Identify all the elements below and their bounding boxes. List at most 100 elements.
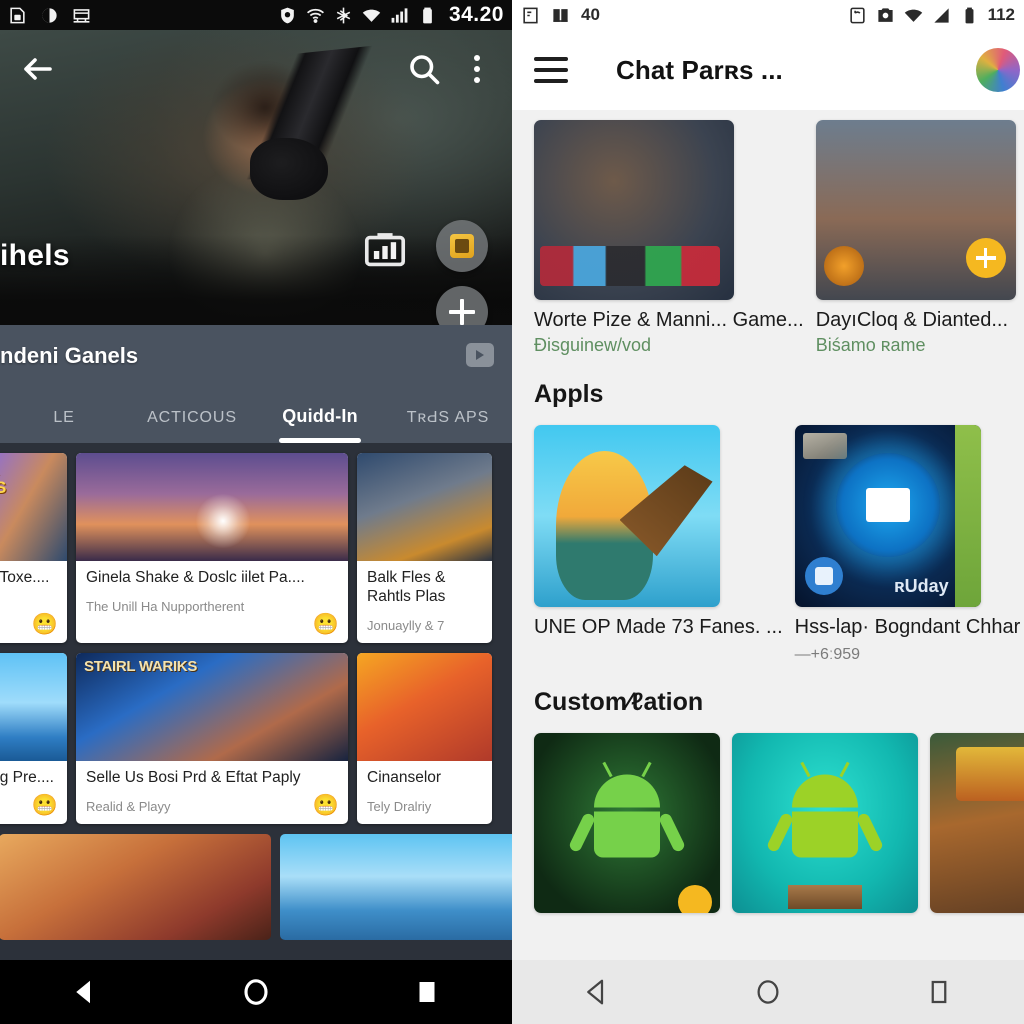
emoji-icon: 😬 xyxy=(312,793,339,817)
user-avatar[interactable] xyxy=(976,48,1020,92)
kebab-menu-icon[interactable] xyxy=(460,49,494,89)
nav-recents-square-icon[interactable] xyxy=(404,969,450,1015)
camera-icon xyxy=(876,6,895,25)
note-icon xyxy=(521,6,540,25)
dual-phone-screenshot: 34.20 ihels ndeni Ganels LE ACTICOUS Qui… xyxy=(0,0,1024,1024)
customization-card-row xyxy=(512,723,1024,922)
game-thumbnail: STAIRL WARIKS xyxy=(76,652,348,761)
game-subtitle: The Unill Ha Nupportherent xyxy=(86,598,245,614)
tab-le[interactable]: LE xyxy=(0,409,128,443)
tab-acticous[interactable]: ACTICOUS xyxy=(128,409,256,443)
nav-home-circle-icon[interactable] xyxy=(233,969,279,1015)
game-thumbnail xyxy=(76,453,348,561)
game-card[interactable]: Balk Fles & Rahtls Plas Jonuaylly & 7 xyxy=(357,453,492,643)
document-glyph xyxy=(865,488,910,523)
app-card[interactable] xyxy=(930,732,1024,922)
promo-banner[interactable] xyxy=(0,833,271,940)
promo-banner-row xyxy=(0,833,512,948)
app-artwork xyxy=(534,732,720,913)
game-card[interactable]: Cinanselor Tely Dralriy xyxy=(357,652,492,824)
corner-logo-tag xyxy=(802,433,847,460)
nav-back-triangle-icon[interactable] xyxy=(62,969,108,1015)
install-plus-chip[interactable] xyxy=(965,238,1006,278)
notification-count: 40 xyxy=(581,5,600,24)
plus-icon xyxy=(449,299,475,325)
play-badge-icon[interactable] xyxy=(466,343,494,367)
nav-recents-square-icon[interactable] xyxy=(916,969,962,1015)
hero-add-fab[interactable] xyxy=(436,286,488,325)
blue-emblem-icon xyxy=(835,453,940,558)
game-title: hal Due Toxe.... xyxy=(0,569,50,586)
artwork-overlay-label: ʀUday xyxy=(894,576,949,597)
app-card[interactable]: ʀUday Hss-lap· Bogndant Chhar Fila Now —… xyxy=(794,425,1024,664)
left-system-nav-bar xyxy=(0,960,512,1024)
game-card[interactable]: stragising Pre.... 😬 xyxy=(0,652,67,824)
game-card-meta: Cinanselor Tely Dralriy xyxy=(357,761,492,824)
hero-badge-fab[interactable] xyxy=(436,220,488,272)
wifi-filled-icon xyxy=(904,6,923,25)
app-card[interactable]: DayıCloq & Dianted... Biśamo ʀame xyxy=(815,120,1016,356)
book-icon xyxy=(551,6,570,25)
nav-back-triangle-icon[interactable] xyxy=(574,969,620,1015)
apps-section-heading: Appls xyxy=(534,380,604,409)
battery-icon xyxy=(418,6,437,25)
apps-card-row: UNE OP Made 73 Fanes. ... ʀUday Hss-lap·… xyxy=(512,415,1024,664)
install-plus-chip[interactable] xyxy=(678,884,712,913)
tab-trus-aps[interactable]: TʀԀS APS xyxy=(384,409,512,443)
game-subtitle: Jonuaylly & 7 xyxy=(367,617,445,633)
back-arrow-icon[interactable] xyxy=(18,49,58,89)
contrast-icon xyxy=(40,6,59,25)
game-card-meta: hal Due Toxe.... Helled 😬 xyxy=(0,561,67,643)
category-tab-bar: LE ACTICOUS Quidd-In TʀԀS APS xyxy=(0,385,512,443)
customization-section-heading: Custom⁄ℓation xyxy=(534,687,704,716)
install-badge[interactable] xyxy=(804,557,843,596)
train-icon xyxy=(72,6,91,25)
game-card[interactable]: Ginela Shake & Doslc iilet Pa.... The Un… xyxy=(76,453,348,643)
hamburger-menu-icon[interactable] xyxy=(534,57,568,83)
signal-triangle-icon xyxy=(932,6,951,25)
game-card[interactable]: RIGETR REUNES hal Due Toxe.... Helled 😬 xyxy=(0,453,67,643)
app-artwork xyxy=(732,732,918,913)
app-artwork xyxy=(534,120,734,300)
app-developer: Ɖisguinew/vod xyxy=(534,334,652,355)
emoji-icon: 😬 xyxy=(31,612,58,636)
game-card[interactable]: STAIRL WARIKS Selle Us Bosi Prd & Eftat … xyxy=(76,652,348,824)
gold-badge-icon xyxy=(450,234,474,258)
app-card[interactable]: Worte Pize & Manni... Game... Ɖisguinew/… xyxy=(534,120,804,356)
android-robot-statue-icon xyxy=(765,761,885,858)
chart-briefcase-icon[interactable] xyxy=(362,228,408,270)
search-icon[interactable] xyxy=(404,49,444,89)
wooden-pedestal xyxy=(787,884,863,909)
hero-action-buttons xyxy=(364,220,488,325)
game-title: Balk Fles & Rahtls Plas xyxy=(367,569,446,605)
app-card[interactable]: UNE OP Made 73 Fanes. ... xyxy=(534,425,783,664)
game-subtitle: Helled xyxy=(0,599,57,614)
left-section-header: ndeni Ganels LE ACTICOUS Quidd-In TʀԀS A… xyxy=(0,325,512,443)
battery-icon xyxy=(960,6,979,25)
thumbnail-glow xyxy=(195,494,250,549)
wifi-filled-icon xyxy=(362,6,381,25)
game-title: Selle Us Bosi Prd & Eftat Paply xyxy=(86,768,301,786)
emoji-icon: 😬 xyxy=(31,793,58,817)
poster-logo xyxy=(956,747,1024,802)
right-status-icons-end: 112 xyxy=(848,5,1015,25)
game-title: Cinanselor xyxy=(367,768,442,786)
side-strip-decoration xyxy=(954,425,981,608)
app-artwork: ʀUday xyxy=(794,425,981,608)
game-subtitle: Tely Dralriy xyxy=(367,798,432,814)
game-thumbnail xyxy=(357,652,492,761)
right-content-scroll[interactable]: Worte Pize & Manni... Game... Ɖisguinew/… xyxy=(512,110,1024,960)
tab-quidd-in[interactable]: Quidd-In xyxy=(256,406,384,443)
mini-icon xyxy=(823,246,864,286)
game-title: Ginela Shake & Doslc iilet Pa.... xyxy=(86,569,305,586)
promo-banner[interactable] xyxy=(280,833,512,940)
hero-banner: ihels xyxy=(0,30,512,325)
app-card[interactable] xyxy=(534,732,720,922)
mini-icon-row xyxy=(540,246,720,286)
app-artwork xyxy=(930,732,1024,913)
app-name: UNE OP Made 73 Fanes. ... xyxy=(534,616,783,639)
nav-home-circle-icon[interactable] xyxy=(745,969,791,1015)
app-card[interactable] xyxy=(732,732,918,922)
right-phone-panel: 40 112 Chat Parʀs ... Worte Pize & Manni… xyxy=(512,0,1024,1024)
left-status-bar: 34.20 xyxy=(0,0,512,30)
